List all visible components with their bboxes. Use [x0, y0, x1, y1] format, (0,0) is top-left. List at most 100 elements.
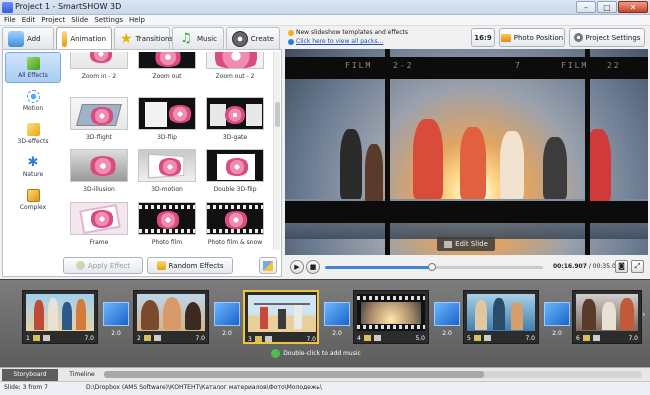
project-settings-button[interactable]: Project Settings	[569, 28, 645, 47]
tab-animation[interactable]: Animation	[56, 27, 112, 49]
tab-create-label: Create	[250, 34, 274, 43]
transition-thumbnail	[544, 302, 570, 326]
transition-duration: 2.0	[552, 330, 562, 337]
transition-item[interactable]: 2.0	[322, 302, 352, 342]
photo-position-button[interactable]: Photo Position	[499, 28, 565, 47]
menu-help[interactable]: Help	[129, 15, 145, 25]
slide-thumbnail[interactable]: 4 5.0	[353, 290, 429, 344]
category-3d-effects[interactable]: 3D-effects	[5, 118, 61, 149]
effect-item[interactable]: Frame	[65, 202, 133, 250]
globe-icon	[288, 38, 294, 45]
menu-edit[interactable]: Edit	[22, 15, 36, 25]
sound-icon[interactable]	[592, 335, 600, 341]
effect-thumbnail	[206, 52, 264, 69]
sound-icon[interactable]	[483, 335, 491, 341]
music-track[interactable]: Double-click to add music	[6, 346, 626, 360]
clear-effect-button[interactable]	[259, 257, 277, 274]
sound-icon[interactable]	[264, 336, 272, 342]
category-motion[interactable]: Motion	[5, 85, 61, 116]
scrollbar-thumb[interactable]	[104, 371, 484, 378]
pencil-icon[interactable]	[363, 335, 371, 341]
pencil-icon[interactable]	[473, 335, 481, 341]
tab-storyboard[interactable]: Storyboard	[2, 369, 58, 381]
effect-item[interactable]: Zoom in - 2	[65, 52, 133, 88]
effect-item[interactable]: Zoom out - 2	[201, 52, 269, 88]
effect-item[interactable]: 3D-flight	[65, 97, 133, 149]
transition-item[interactable]: 2.0	[542, 302, 572, 342]
menu-settings[interactable]: Settings	[94, 15, 123, 25]
transition-item[interactable]: 2.0	[212, 302, 242, 342]
music-icon: ♫	[180, 30, 192, 46]
pencil-icon[interactable]	[32, 335, 40, 341]
playback-knob[interactable]	[427, 263, 436, 271]
tab-create[interactable]: Create	[226, 27, 280, 49]
slide-counter: Slide: 3 from 7	[4, 384, 48, 391]
category-nature[interactable]: ✱ Nature	[5, 151, 61, 182]
sound-icon[interactable]	[373, 335, 381, 341]
slide-thumbnail[interactable]: 1 7.0	[22, 290, 98, 344]
transition-thumbnail	[103, 302, 129, 326]
slide-picture	[26, 294, 94, 331]
slide-thumbnail[interactable]: 5 7.0	[463, 290, 539, 344]
effect-item[interactable]: Zoom out	[133, 52, 201, 88]
edit-slide-button[interactable]: Edit Slide	[437, 237, 495, 251]
effect-item[interactable]: 3D-gate	[201, 97, 269, 149]
transition-item[interactable]: 2.0	[101, 302, 131, 342]
pencil-icon[interactable]	[582, 335, 590, 341]
menu-project[interactable]: Project	[41, 15, 65, 25]
play-button[interactable]: ▶	[290, 260, 304, 274]
pencil-icon[interactable]	[143, 335, 151, 341]
pencil-icon[interactable]	[254, 336, 262, 342]
tab-timeline[interactable]: Timeline	[60, 369, 104, 381]
transition-item[interactable]: 2.0	[432, 302, 462, 342]
menu-file[interactable]: File	[4, 15, 16, 25]
sound-icon[interactable]	[42, 335, 50, 341]
tab-music[interactable]: ♫ Music	[172, 27, 224, 49]
stop-button[interactable]: ■	[306, 260, 320, 274]
effect-item[interactable]: Double 3D-flip	[201, 149, 269, 201]
category-all-effects[interactable]: All Effects	[5, 52, 61, 83]
effect-thumbnail	[70, 52, 128, 69]
news-link[interactable]: Click here to view all packs...	[296, 37, 383, 46]
effect-item[interactable]: 3D-illusion	[65, 149, 133, 201]
apply-effect-button[interactable]: Apply Effect	[63, 257, 143, 274]
slide-number: 5	[467, 334, 471, 342]
fullscreen-button[interactable]: ⤢	[631, 260, 644, 273]
effect-item[interactable]: 3D-motion	[133, 149, 201, 201]
maximize-button[interactable]: □	[597, 1, 617, 13]
slide-duration: 7.0	[195, 334, 205, 342]
playback-slider[interactable]	[325, 263, 543, 271]
effect-item[interactable]: Photo film	[133, 202, 201, 250]
minimize-button[interactable]: –	[576, 1, 596, 13]
title-bar: Project 1 - SmartSHOW 3D – □ ✕	[0, 0, 650, 15]
slide-number: 2	[137, 334, 141, 342]
brush-icon	[263, 260, 273, 271]
slide-thumbnail-active[interactable]: 3 7.0	[243, 290, 319, 344]
tab-add[interactable]: Add	[2, 27, 54, 49]
plus-icon	[26, 56, 40, 70]
tab-transitions[interactable]: ★ Transitions	[114, 27, 173, 49]
sound-icon[interactable]	[153, 335, 161, 341]
menu-slide[interactable]: Slide	[71, 15, 88, 25]
slide-thumbnail[interactable]: 6 7.0	[572, 290, 642, 344]
close-button[interactable]: ✕	[618, 1, 648, 13]
effect-thumbnail	[138, 52, 196, 69]
aspect-ratio-button[interactable]: 16:9	[471, 28, 495, 47]
random-effects-button[interactable]: Random Effects	[147, 257, 233, 274]
category-complex[interactable]: Complex	[5, 184, 61, 215]
effect-item[interactable]: Photo film & snow	[201, 202, 269, 250]
scroll-right-icon[interactable]: ›	[642, 310, 646, 320]
effect-item[interactable]: 3D-flip	[133, 97, 201, 149]
effect-thumbnail	[206, 149, 264, 182]
music-hint: Double-click to add music	[283, 349, 361, 357]
storyboard-scrollbar[interactable]	[104, 371, 642, 378]
effects-scrollbar[interactable]	[273, 52, 280, 250]
film-reel-icon	[232, 30, 248, 47]
slide-picture	[576, 294, 638, 331]
scrollbar-thumb[interactable]	[275, 102, 280, 127]
snapshot-button[interactable]: ◙	[615, 260, 628, 273]
slide-preview[interactable]: FILM 2-2 7 FILM 22 Edit Slide	[285, 49, 648, 255]
effect-label: Photo film & snow	[207, 239, 263, 246]
slide-thumbnail[interactable]: 2 7.0	[133, 290, 209, 344]
effect-label: 3D-illusion	[83, 186, 115, 193]
